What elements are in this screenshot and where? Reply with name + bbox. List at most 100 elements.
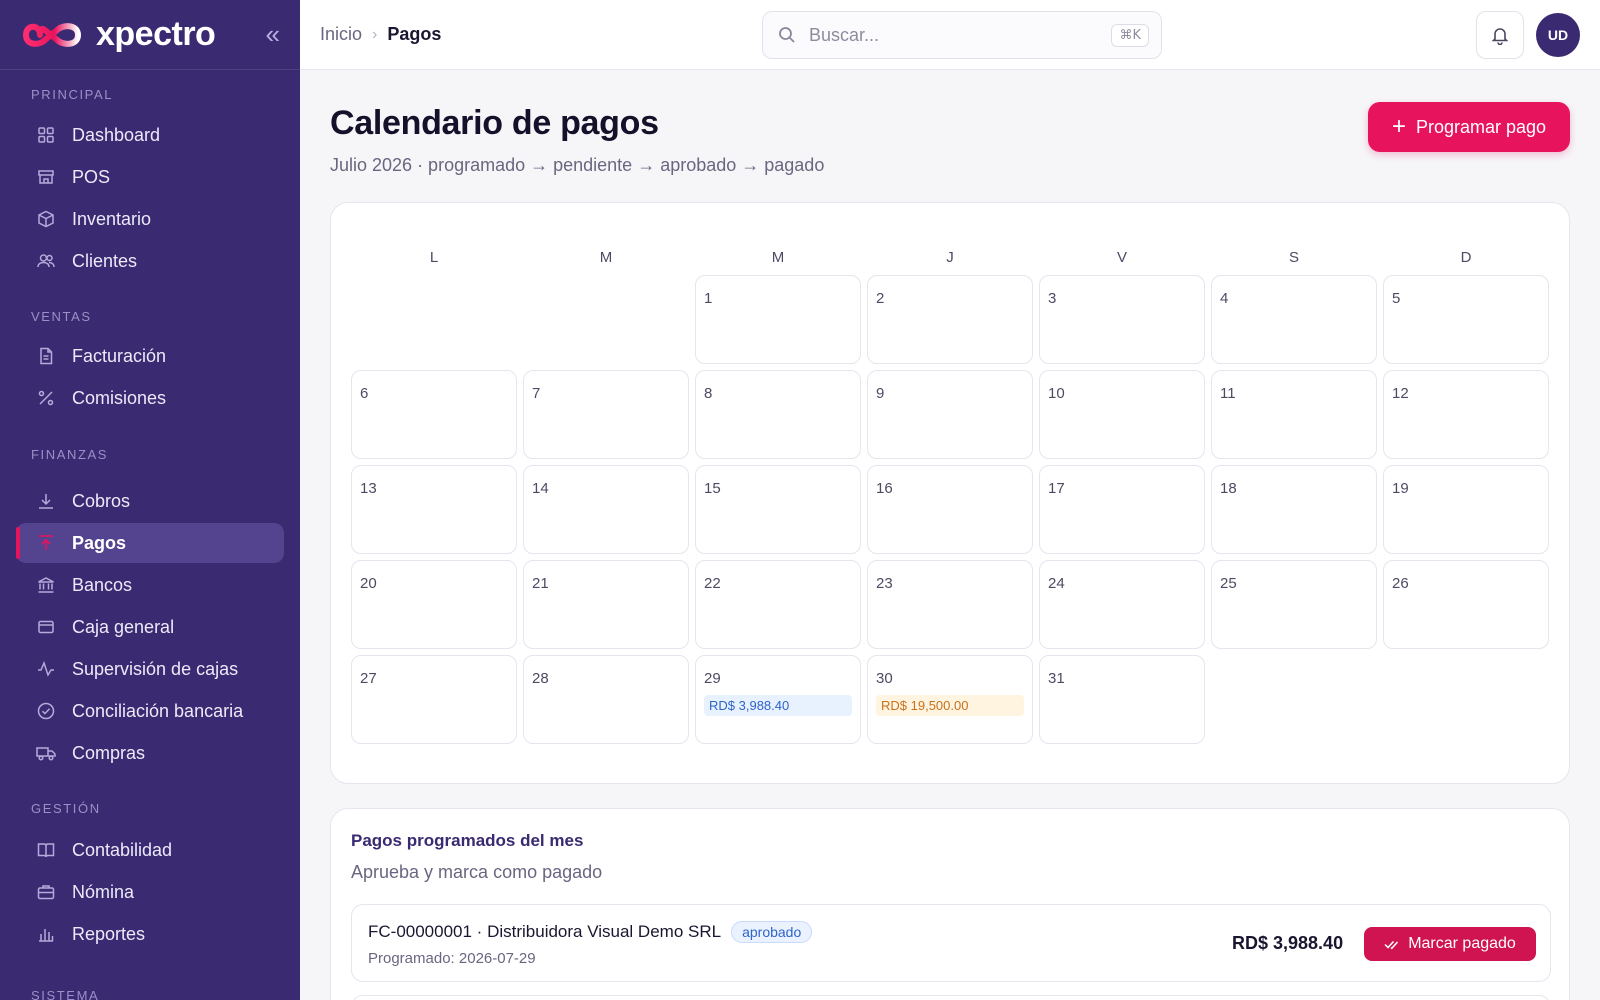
calendar-day-23[interactable]: 23 (867, 560, 1033, 649)
bar-chart-icon (36, 924, 56, 944)
calendar-day-27[interactable]: 27 (351, 655, 517, 744)
calendar-day-6[interactable]: 6 (351, 370, 517, 459)
bell-icon (1491, 28, 1509, 45)
calendar-day-8[interactable]: 8 (695, 370, 861, 459)
section-label-principal: PRINCIPAL (31, 87, 114, 102)
sidebar-item-supervision-de-cajas[interactable]: Supervisión de cajas (16, 649, 284, 689)
payment-scheduled-date: Programado: 2026-07-29 (368, 950, 536, 967)
day-number: 27 (360, 670, 377, 687)
calendar-day-14[interactable]: 14 (523, 465, 689, 554)
calendar-event[interactable]: RD$ 3,988.40 (704, 695, 852, 716)
calendar-day-7[interactable]: 7 (523, 370, 689, 459)
calendar-day-3[interactable]: 3 (1039, 275, 1205, 364)
mark-paid-button[interactable]: Marcar pagado (1364, 927, 1536, 961)
weekday-label: S (1288, 249, 1299, 266)
payment-heading: FC-00000001 · Distribuidora Visual Demo … (368, 921, 813, 943)
search-box[interactable]: ⌘K (762, 11, 1162, 59)
sidebar-item-label: Clientes (72, 250, 138, 271)
sidebar-item-compras[interactable]: Compras (16, 733, 284, 773)
day-number: 26 (1392, 575, 1409, 592)
weekday-label: M (771, 249, 785, 266)
avatar[interactable]: UD (1536, 13, 1580, 57)
wallet-icon (36, 617, 56, 637)
sidebar: xpectro « PRINCIPAL Dashboard POS Invent… (0, 0, 300, 1000)
search-icon (779, 27, 795, 43)
sidebar-item-caja-general[interactable]: Caja general (16, 607, 284, 647)
weekday-label: V (1116, 249, 1127, 266)
day-number: 8 (704, 385, 713, 402)
sidebar-item-label: Compras (72, 742, 146, 763)
calendar-day-15[interactable]: 15 (695, 465, 861, 554)
sidebar-item-contabilidad[interactable]: Contabilidad (16, 830, 284, 870)
sidebar-item-inventario[interactable]: Inventario (16, 199, 284, 239)
calendar-day-24[interactable]: 24 (1039, 560, 1205, 649)
section-label-finanzas: FINANZAS (31, 447, 109, 462)
calendar-day-26[interactable]: 26 (1383, 560, 1549, 649)
calendar-day-1[interactable]: 1 (695, 275, 861, 364)
calendar-day-19[interactable]: 19 (1383, 465, 1549, 554)
sidebar-item-label: Bancos (72, 574, 133, 595)
calendar-day-21[interactable]: 21 (523, 560, 689, 649)
day-number: 17 (1048, 480, 1065, 497)
calendar-grid: 1 2 3 4 5 6 7 8 9 10 11 12 13 14 15 16 17 18 19 20 21 22 23 24 2… (351, 275, 1549, 744)
calendar-day-28[interactable]: 28 (523, 655, 689, 744)
truck-icon (36, 743, 56, 763)
calendar-blank-cell (523, 275, 689, 364)
sidebar-item-label: POS (72, 166, 111, 187)
weekday-label: D (1460, 249, 1472, 266)
shortcut-hint: ⌘K (1111, 23, 1149, 47)
sidebar-item-dashboard[interactable]: Dashboard (16, 115, 284, 155)
weekday-label: M (599, 249, 613, 266)
chevron-right-icon: › (372, 25, 378, 43)
sidebar-item-bancos[interactable]: Bancos (16, 565, 284, 605)
day-number: 16 (876, 480, 893, 497)
sidebar-item-pos[interactable]: POS (16, 157, 284, 197)
calendar-day-17[interactable]: 17 (1039, 465, 1205, 554)
calendar-day-10[interactable]: 10 (1039, 370, 1205, 459)
sidebar-item-comisiones[interactable]: Comisiones (16, 378, 284, 418)
calendar-day-11[interactable]: 11 (1211, 370, 1377, 459)
payment-row[interactable] (351, 995, 1551, 1000)
sidebar-item-conciliacion-bancaria[interactable]: Conciliación bancaria (16, 691, 284, 731)
scheduled-payments-card: Pagos programados del mes Aprueba y marc… (330, 808, 1570, 1000)
sidebar-item-facturacion[interactable]: Facturación (16, 336, 284, 376)
plus-icon: + (1391, 113, 1406, 140)
sidebar-item-clientes[interactable]: Clientes (16, 241, 284, 281)
day-number: 10 (1048, 385, 1065, 402)
calendar-day-29[interactable]: 29 RD$ 3,988.40 (695, 655, 861, 744)
breadcrumb-inicio[interactable]: Inicio (320, 24, 362, 45)
sidebar-item-pagos[interactable]: Pagos (16, 523, 284, 563)
calendar-day-2[interactable]: 2 (867, 275, 1033, 364)
sidebar-item-reportes[interactable]: Reportes (16, 914, 284, 954)
day-number: 3 (1048, 290, 1057, 307)
calendar-day-13[interactable]: 13 (351, 465, 517, 554)
day-number: 25 (1220, 575, 1237, 592)
calendar-day-20[interactable]: 20 (351, 560, 517, 649)
calendar-day-18[interactable]: 18 (1211, 465, 1377, 554)
calendar-day-12[interactable]: 12 (1383, 370, 1549, 459)
day-number: 19 (1392, 480, 1409, 497)
calendar-day-22[interactable]: 22 (695, 560, 861, 649)
brand-name: xpectro (96, 15, 216, 53)
file-icon (36, 346, 56, 366)
calendar-day-25[interactable]: 25 (1211, 560, 1377, 649)
sidebar-item-nomina[interactable]: Nómina (16, 872, 284, 912)
calendar-day-5[interactable]: 5 (1383, 275, 1549, 364)
calendar-day-30[interactable]: 30 RD$ 19,500.00 (867, 655, 1033, 744)
calendar-event[interactable]: RD$ 19,500.00 (876, 695, 1024, 716)
notifications-button[interactable] (1476, 11, 1524, 59)
search-input[interactable] (809, 24, 1112, 46)
payments-subtitle: Aprueba y marca como pagado (351, 862, 603, 882)
sidebar-item-label: Comisiones (72, 387, 167, 408)
payment-row[interactable]: FC-00000001 · Distribuidora Visual Demo … (351, 904, 1551, 982)
box-icon (36, 209, 56, 229)
sidebar-item-label: Pagos (72, 532, 127, 553)
day-number: 12 (1392, 385, 1409, 402)
calendar-day-31[interactable]: 31 (1039, 655, 1205, 744)
collapse-sidebar-icon[interactable]: « (266, 19, 280, 50)
schedule-payment-button[interactable]: + Programar pago (1368, 102, 1570, 152)
sidebar-item-cobros[interactable]: Cobros (16, 481, 284, 521)
calendar-day-4[interactable]: 4 (1211, 275, 1377, 364)
calendar-day-16[interactable]: 16 (867, 465, 1033, 554)
calendar-day-9[interactable]: 9 (867, 370, 1033, 459)
